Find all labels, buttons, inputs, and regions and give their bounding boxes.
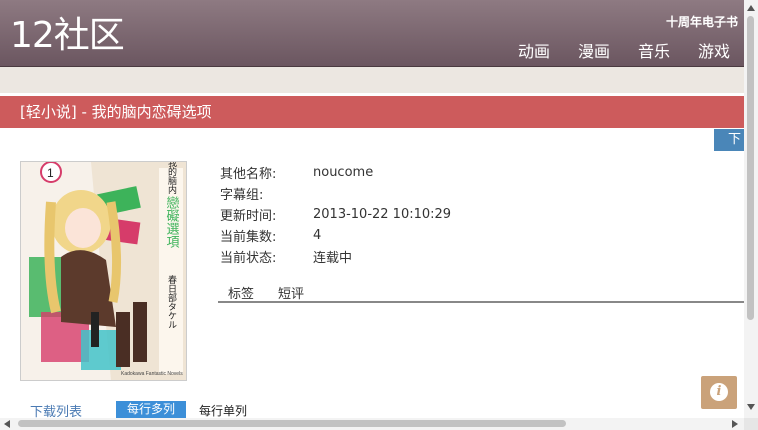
scroll-down-icon[interactable] [747, 404, 755, 410]
info-button[interactable]: i [701, 376, 737, 409]
info-row: 字幕组: [220, 183, 451, 204]
info-row: 其他名称: noucome [220, 162, 451, 183]
download-list-label: 下载列表 [30, 405, 83, 418]
scroll-up-icon[interactable] [747, 5, 755, 11]
info-key: 更新时间: [220, 209, 277, 224]
horizontal-scroll-thumb[interactable] [18, 420, 566, 427]
cover-author: 春日部タケル [166, 274, 177, 329]
nav-item-music[interactable]: 音乐 [638, 38, 670, 62]
main-nav: 动画 漫画 音乐 游戏 [518, 38, 730, 62]
vertical-scrollbar[interactable] [744, 0, 758, 418]
info-row: 当前状态: 连载中 [220, 246, 451, 267]
download-tab[interactable]: 下 [714, 129, 744, 151]
info-value: noucome [313, 165, 374, 180]
page: 12社区 十周年电子书 动画 漫画 音乐 游戏 [轻小说] - 我的脑内恋碍选项… [0, 0, 744, 418]
info-table: 其他名称: noucome 字幕组: 更新时间: 2013-10-22 10:1… [220, 162, 451, 267]
scroll-right-icon[interactable] [732, 420, 738, 428]
scrollbar-corner [744, 418, 758, 430]
info-key: 当前集数: [220, 230, 277, 245]
info-key: 其他名称: [220, 167, 277, 182]
horizontal-scrollbar[interactable] [0, 418, 744, 430]
info-value: 2013-10-22 10:10:29 [313, 207, 452, 222]
tab-reviews[interactable]: 短评 [278, 283, 304, 302]
info-value: 4 [313, 228, 322, 243]
multi-column-button[interactable]: 每行多列 [116, 401, 186, 418]
nav-item-games[interactable]: 游戏 [698, 38, 730, 62]
info-row: 当前集数: 4 [220, 225, 451, 246]
vertical-scroll-thumb[interactable] [747, 16, 754, 320]
tagline-link[interactable]: 十周年电子书 [666, 13, 738, 30]
detail-tabs: 标签 短评 [218, 281, 744, 303]
tab-tags[interactable]: 标签 [228, 283, 254, 302]
cover-title-top: 我的脑内 [166, 162, 177, 195]
site-logo[interactable]: 12社区 [10, 14, 125, 58]
nav-item-manga[interactable]: 漫画 [578, 38, 610, 62]
scroll-left-icon[interactable] [4, 420, 10, 428]
info-icon: i [710, 383, 728, 401]
cover-image: 1 我的脑内 戀礙選項 春日部タケル Kadokawa Fantastic No… [20, 161, 187, 381]
single-column-button[interactable]: 每行单列 [199, 402, 247, 418]
sub-header-band [0, 67, 744, 93]
cover-title-main: 戀礙選項 [164, 195, 180, 248]
cover-publisher: Kadokawa Fantastic Novels [121, 371, 183, 377]
info-key: 当前状态: [220, 251, 277, 266]
info-row: 更新时间: 2013-10-22 10:10:29 [220, 204, 451, 225]
nav-item-anime[interactable]: 动画 [518, 38, 550, 62]
info-value: 连载中 [313, 251, 353, 266]
site-header: 12社区 十周年电子书 动画 漫画 音乐 游戏 [0, 0, 744, 67]
page-title: [轻小说] - 我的脑内恋碍选项 [0, 96, 744, 128]
cover-volume: 1 [47, 166, 54, 180]
info-key: 字幕组: [220, 188, 264, 203]
